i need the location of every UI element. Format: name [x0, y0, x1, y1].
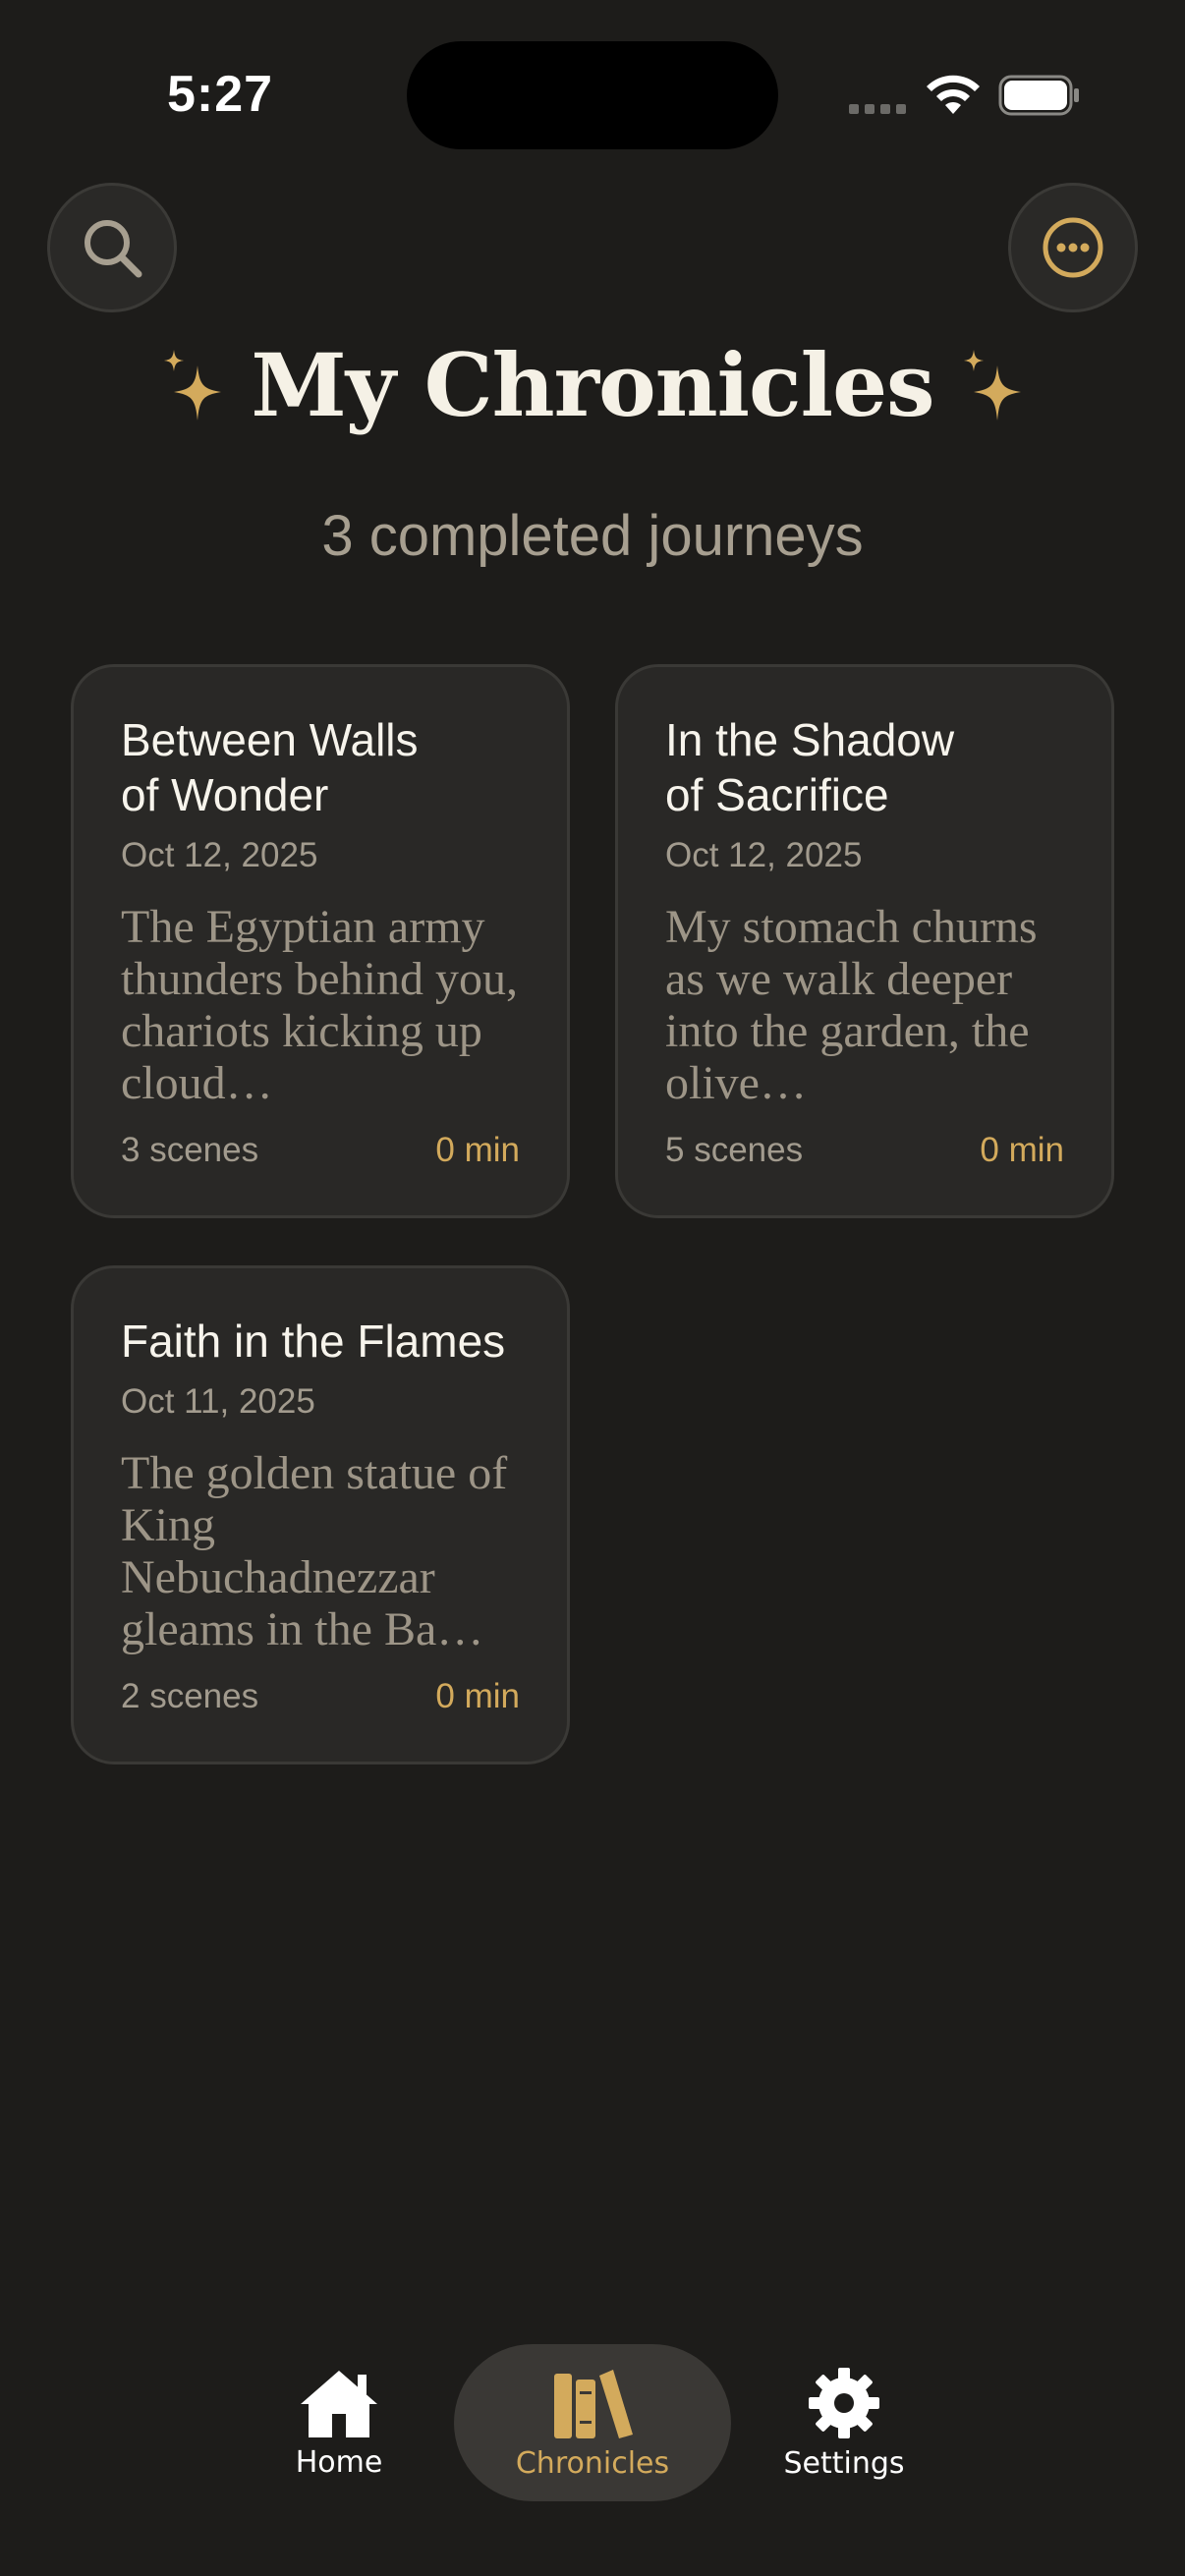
tab-settings[interactable]: Settings [770, 2344, 918, 2501]
search-button[interactable] [47, 183, 177, 312]
duration: 0 min [980, 1131, 1064, 1169]
search-icon [85, 220, 142, 278]
chronicle-card[interactable]: Faith in the Flames Oct 11, 2025 The gol… [71, 1265, 570, 1764]
chronicle-title: Between Walls of Wonder [121, 714, 419, 820]
title-row: My Chronicles [0, 334, 1185, 436]
sparkles-icon [963, 350, 1021, 420]
wifi-icon [927, 75, 980, 114]
sparkles-icon [164, 350, 222, 420]
duration: 0 min [435, 1677, 520, 1715]
tab-chronicles[interactable]: Chronicles [454, 2344, 731, 2501]
tab-home[interactable]: Home [265, 2344, 413, 2501]
scene-count: 3 scenes [121, 1131, 259, 1169]
duration: 0 min [435, 1131, 520, 1169]
scene-count: 5 scenes [665, 1131, 804, 1169]
chronicle-meta: 2 scenes 0 min [121, 1677, 520, 1716]
dynamic-island [407, 41, 778, 149]
chronicle-card[interactable]: In the Shadow of Sacrifice Oct 12, 2025 … [615, 664, 1114, 1218]
tab-label: Settings [783, 2445, 905, 2481]
journey-count: 3 completed journeys [321, 504, 864, 568]
status-time: 5:27 [167, 66, 274, 123]
chronicle-date: Oct 11, 2025 [121, 1382, 315, 1421]
house-icon [301, 2370, 377, 2437]
chronicle-meta: 5 scenes 0 min [665, 1131, 1064, 1170]
tab-bar: Home Chronicles Settings [0, 2344, 1185, 2501]
chronicle-meta: 3 scenes 0 min [121, 1131, 520, 1170]
page-title: My Chronicles [251, 334, 934, 436]
cellular-signal-icon [849, 104, 906, 114]
chronicle-date: Oct 12, 2025 [121, 836, 318, 874]
chronicle-excerpt: My stomach churns as we walk deeper into… [665, 901, 1038, 1109]
scene-count: 2 scenes [121, 1677, 259, 1715]
chronicle-excerpt: The golden statue of King Nebuchadnezzar… [121, 1447, 508, 1655]
tab-label: Chronicles [515, 2445, 670, 2481]
chronicles-screen: 5:27 My Chronicles 3 completed journeys … [0, 0, 1185, 2576]
chronicle-card[interactable]: Between Walls of Wonder Oct 12, 2025 The… [71, 664, 570, 1218]
chronicle-date: Oct 12, 2025 [665, 836, 863, 874]
chronicle-title: In the Shadow of Sacrifice [665, 714, 955, 820]
gear-icon [809, 2367, 879, 2438]
more-options-button[interactable] [1008, 183, 1138, 312]
chronicle-excerpt: The Egyptian army thunders behind you, c… [121, 901, 518, 1109]
chronicle-title: Faith in the Flames [121, 1316, 506, 1367]
battery-icon [998, 75, 1079, 116]
ellipsis-circle-icon [1043, 217, 1103, 278]
books-icon [554, 2369, 633, 2438]
tab-label: Home [295, 2444, 383, 2480]
